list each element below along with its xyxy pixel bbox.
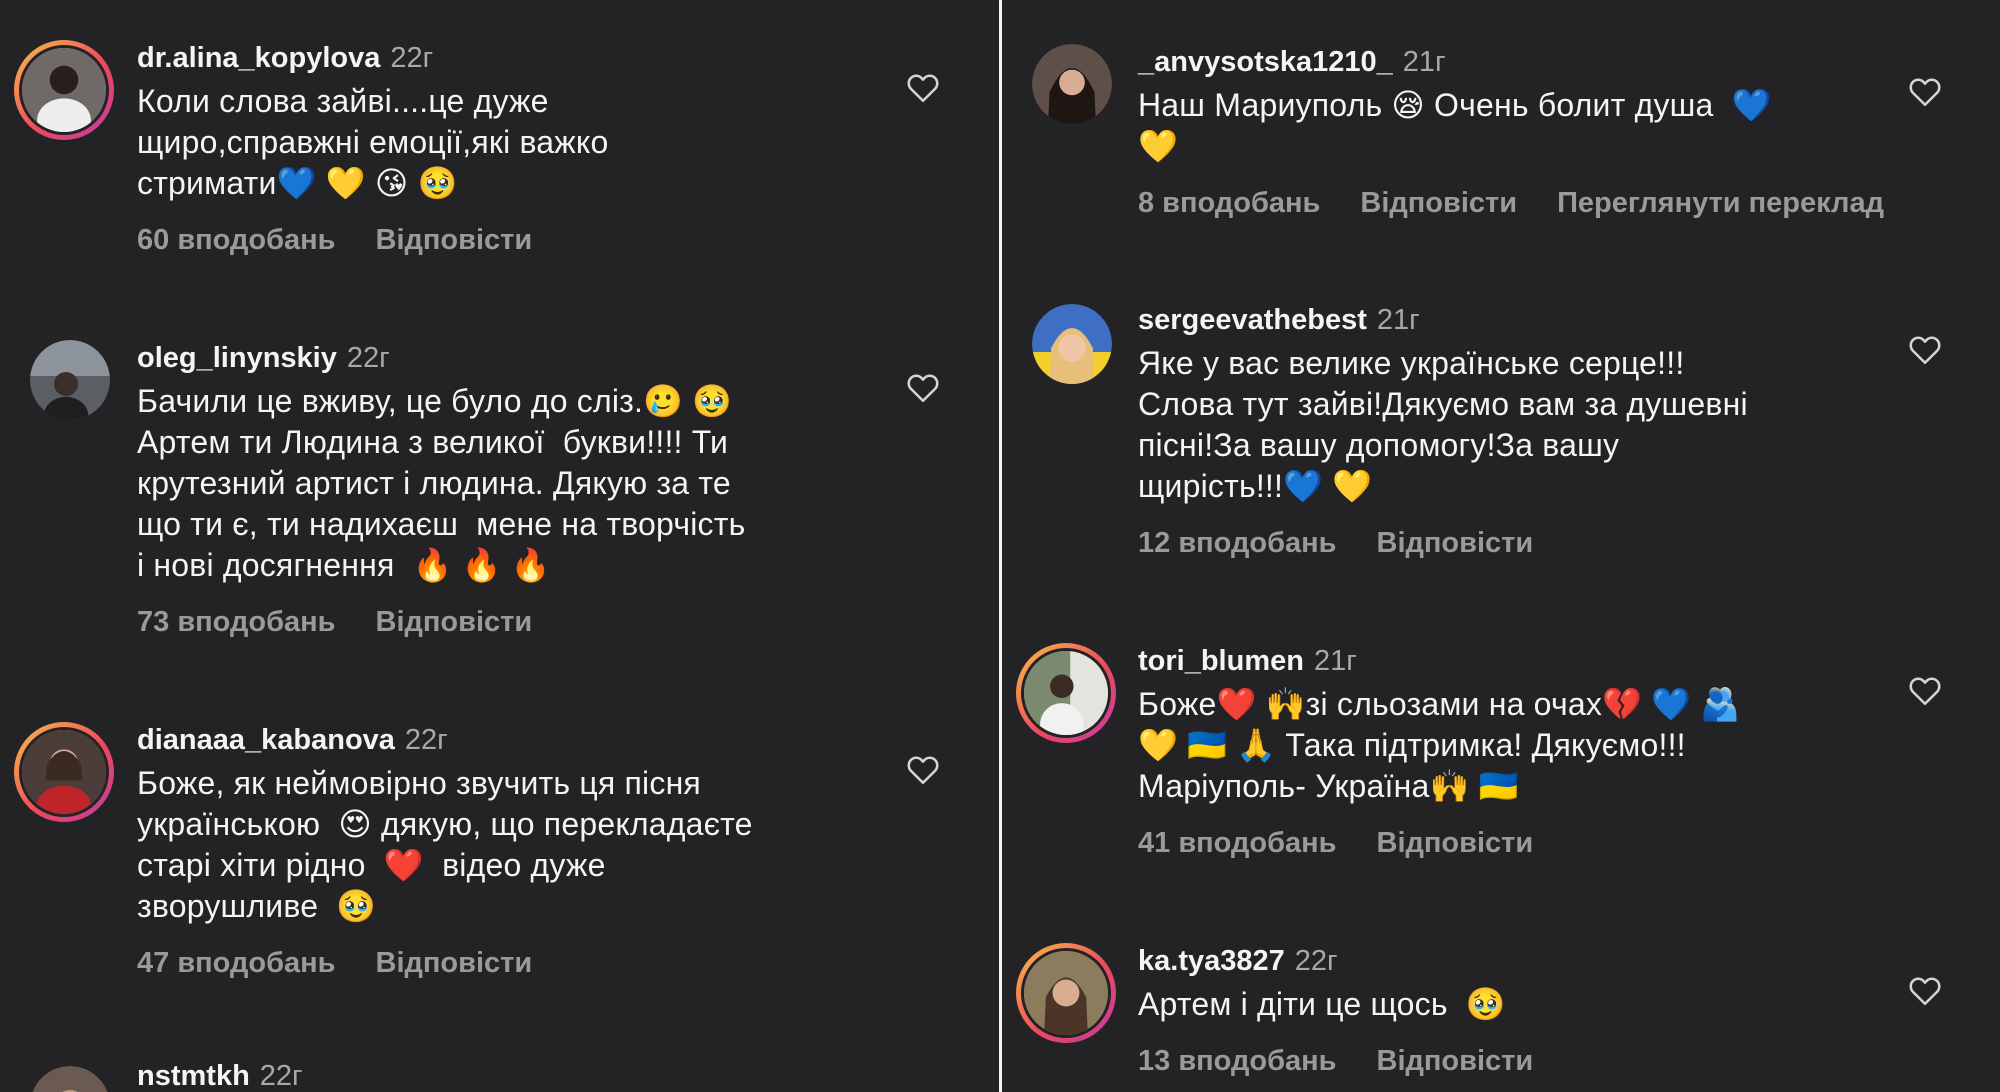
avatar-photo [1032,304,1112,384]
avatar-photo [22,730,106,814]
comment-actions: 73 вподобань Відповісти [137,604,745,640]
avatar-photo [1032,44,1112,124]
like-heart-icon[interactable] [906,755,940,785]
avatar-photo [22,48,106,132]
comment-actions: 13 вподобань Відповісти [1138,1043,1573,1079]
comment-actions: 47 вподобань Відповісти [137,945,753,981]
likes-count[interactable]: 8 вподобань [1138,187,1320,219]
username[interactable]: tori_blumen [1138,645,1304,677]
reply-button[interactable]: Відповісти [376,606,533,638]
avatar[interactable] [30,340,110,420]
like-heart-icon[interactable] [906,73,940,103]
timestamp: 22г [390,42,434,74]
username[interactable]: ka.tya3827 [1138,945,1285,977]
right-comments-panel: _anvysotska1210_ 21г Наш Мариуполь 😪 Очен… [1002,0,2000,1092]
comment-body: oleg_linynskiy 22г Бачили це вживу, це бу… [137,340,745,640]
reply-button[interactable]: Відповісти [1377,527,1534,559]
like-heart-icon[interactable] [906,373,940,403]
likes-count[interactable]: 60 вподобань [137,224,336,256]
screenshot-collage: dr.alina_kopylova 22г Коли слова зайві...… [0,0,2000,1092]
see-translation-button[interactable]: Переглянути переклад [1557,187,1884,219]
timestamp: 21г [1313,645,1357,677]
avatar[interactable] [1016,943,1116,1043]
avatar-photo [30,1066,110,1092]
username[interactable]: nstmtkh [137,1060,250,1092]
avatar[interactable] [14,40,114,140]
comment-body: dr.alina_kopylova 22г Коли слова зайві...… [137,40,608,258]
avatar[interactable] [1016,643,1116,743]
comment-text: Наш Мариуполь 😪 Очень болит душа 💙 💛 [1138,87,1772,164]
like-heart-icon[interactable] [1908,676,1942,706]
left-comments-panel: dr.alina_kopylova 22г Коли слова зайві...… [0,0,999,1092]
comment-actions: 8 вподобань Відповісти Переглянути перекла… [1138,185,1924,221]
likes-count[interactable]: 73 вподобань [137,606,336,638]
reply-button[interactable]: Відповісти [1377,827,1534,859]
comment-text: Яке у вас велике українське серце!!! Сло… [1138,345,1748,504]
likes-count[interactable]: 13 вподобань [1138,1045,1337,1077]
reply-button[interactable]: Відповісти [376,224,533,256]
timestamp: 22г [346,342,390,374]
avatar-photo [1024,951,1108,1035]
comment-text: Боже, як неймовірно звучить ця пісня укр… [137,765,753,924]
timestamp: 21г [1402,46,1446,78]
timestamp: 22г [259,1060,303,1092]
username[interactable]: dr.alina_kopylova [137,42,380,74]
likes-count[interactable]: 47 вподобань [137,947,336,979]
username[interactable]: sergeevathebest [1138,304,1367,336]
timestamp: 21г [1376,304,1420,336]
reply-button[interactable]: Відповісти [1360,187,1517,219]
avatar[interactable] [1032,304,1112,384]
username[interactable]: dianaaa_kabanova [137,724,395,756]
likes-count[interactable]: 41 вподобань [1138,827,1337,859]
avatar[interactable] [30,1066,110,1092]
avatar[interactable] [14,722,114,822]
comment-text: Артем і діти це щось 🥹 [1138,986,1506,1022]
like-heart-icon[interactable] [1908,77,1942,107]
timestamp: 22г [404,724,448,756]
reply-button[interactable]: Відповісти [376,947,533,979]
comment-text: Коли слова зайві....це дуже щиро,справжн… [137,83,609,201]
comment-actions: 60 вподобань Відповісти [137,222,608,258]
avatar-photo [30,340,110,420]
comment-body: tori_blumen 21г Боже❤️ 🙌зі сльозами на оч… [1138,643,1740,861]
like-heart-icon[interactable] [1908,335,1942,365]
comment-body: _anvysotska1210_ 21г Наш Мариуполь 😪 Очен… [1138,44,1924,221]
comment-text: Бачили це вживу, це було до сліз.🥲 🥹 Арт… [137,383,746,583]
reply-button[interactable]: Відповісти [1377,1045,1534,1077]
comment-body: sergeevathebest 21г Яке у вас велике укра… [1138,302,1748,561]
username[interactable]: oleg_linynskiy [137,342,337,374]
comment-body: ka.tya3827 22г Артем і діти це щось 🥹 13 … [1138,943,1573,1079]
comment-actions: 12 вподобань Відповісти [1138,525,1748,561]
avatar-photo [1024,651,1108,735]
comment-body: dianaaa_kabanova 22г Боже, як неймовірно … [137,722,753,981]
avatar[interactable] [1032,44,1112,124]
likes-count[interactable]: 12 вподобань [1138,527,1337,559]
username[interactable]: _anvysotska1210_ [1138,46,1393,78]
like-heart-icon[interactable] [1908,976,1942,1006]
comment-body: nstmtkh 22г [137,1058,303,1092]
comment-text: Боже❤️ 🙌зі сльозами на очах💔 💙 🫂 💛 🇺🇦 🙏 … [1138,686,1741,804]
timestamp: 22г [1294,945,1338,977]
comment-actions: 41 вподобань Відповісти [1138,825,1740,861]
